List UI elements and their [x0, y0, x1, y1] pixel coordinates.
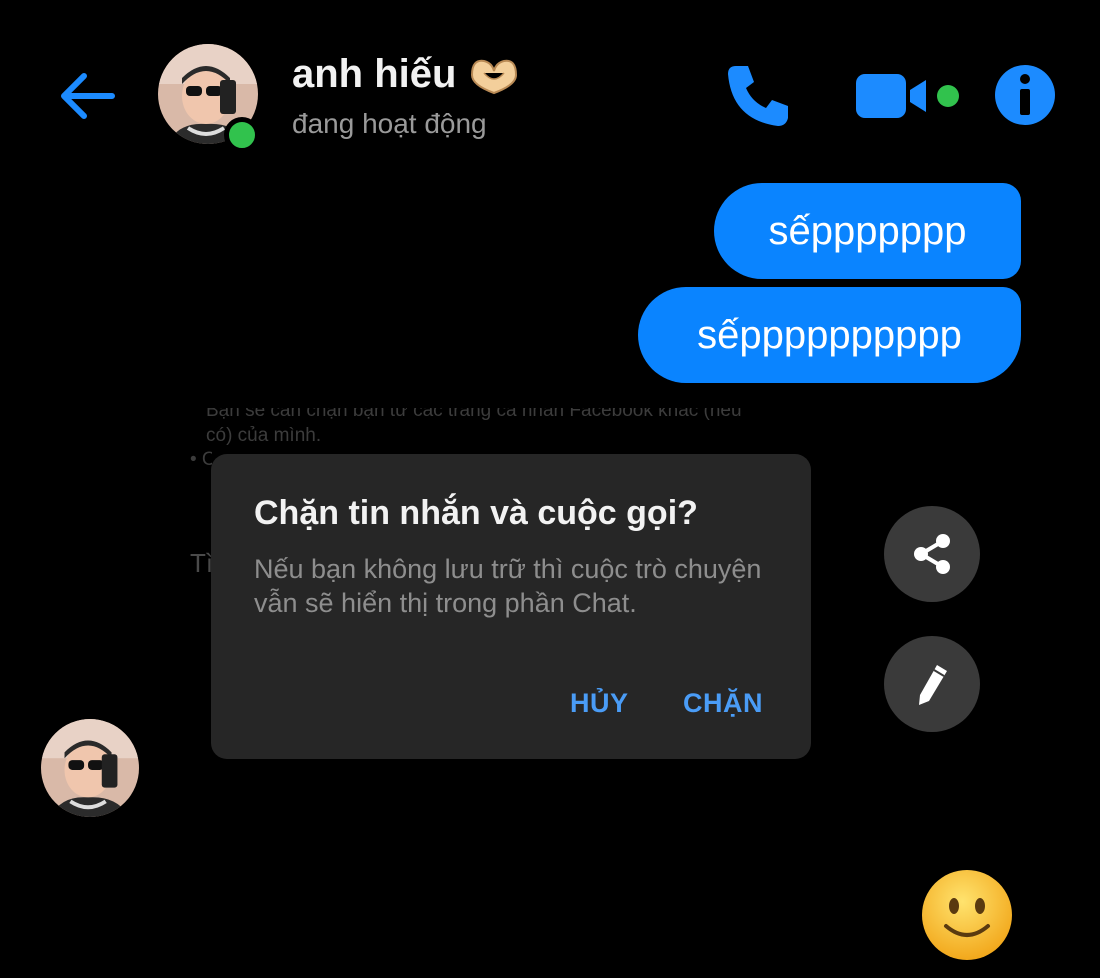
dialog-message: Nếu bạn không lưu trữ thì cuộc trò chuyệ… [254, 554, 762, 618]
back-button[interactable] [52, 60, 124, 132]
background-text: có) của mình. [206, 425, 322, 446]
background-text: • C [190, 449, 212, 470]
slightly-smiling-face-icon [922, 870, 1012, 960]
back-arrow-icon [61, 73, 115, 119]
share-button[interactable] [884, 506, 980, 602]
edit-button[interactable] [884, 636, 980, 732]
block-button[interactable]: CHẶN [683, 688, 763, 719]
dialog-title: Chặn tin nhắn và cuộc gọi? [254, 494, 698, 532]
pencil-icon [919, 665, 947, 705]
info-icon [995, 65, 1055, 125]
contact-name: anh hiếu [292, 52, 520, 97]
message-bubble[interactable]: sếppppppp [714, 183, 1021, 279]
emoji-button[interactable] [920, 868, 1014, 962]
message-bubble[interactable]: sếpppppppppp [638, 287, 1021, 383]
background-text: Tì [190, 548, 212, 578]
video-call-button[interactable] [852, 68, 968, 124]
share-icon [914, 534, 950, 574]
contact-name-text: anh hiếu [292, 52, 457, 96]
voice-call-button[interactable] [722, 58, 794, 130]
background-text: Bạn sẽ cần chặn bạn từ các trang cá nhân… [206, 400, 742, 420]
online-status-indicator [224, 117, 260, 153]
contact-avatar-small[interactable] [41, 719, 139, 817]
avatar-photo [41, 719, 139, 817]
heart-hands-emoji-icon [471, 59, 518, 94]
cancel-button[interactable]: HỦY [570, 688, 629, 719]
video-camera-icon [856, 74, 959, 118]
block-confirmation-dialog: Chặn tin nhắn và cuộc gọi? Nếu bạn không… [211, 454, 811, 759]
phone-icon [728, 66, 788, 126]
info-button[interactable] [992, 62, 1058, 128]
contact-status: đang hoạt động [292, 108, 487, 139]
